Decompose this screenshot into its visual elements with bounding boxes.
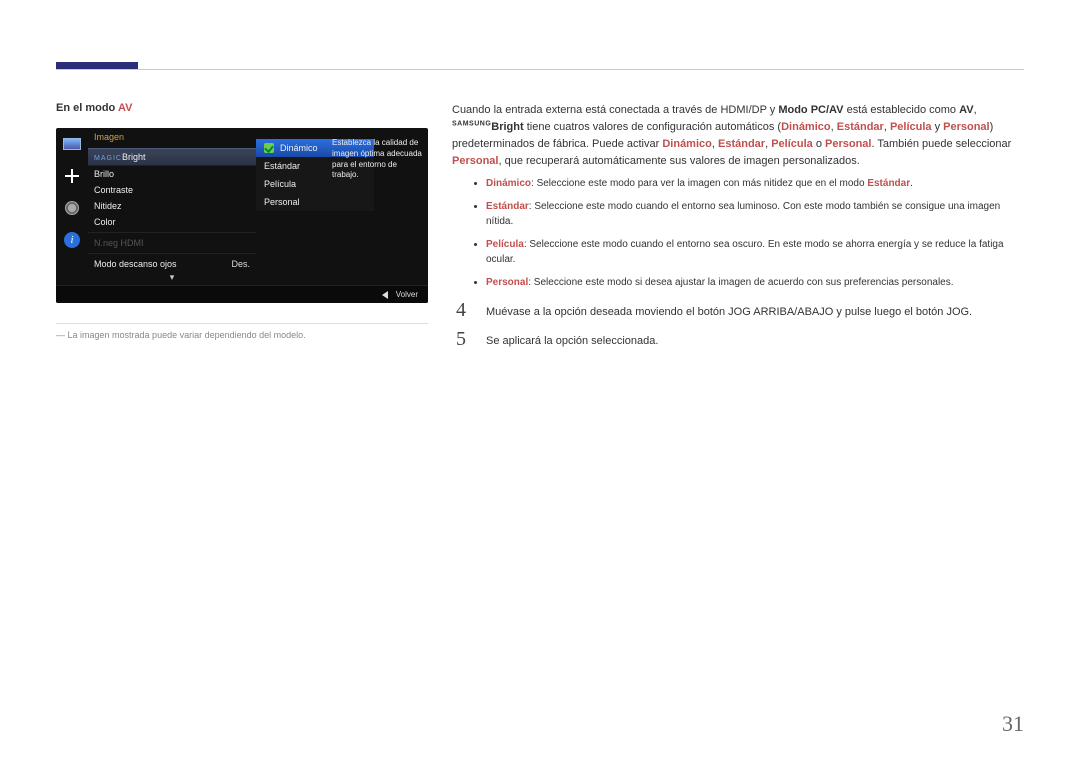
header-rule (56, 69, 1024, 70)
mode-title-suffix: AV (118, 102, 132, 114)
osd-item-color[interactable]: Color (88, 214, 256, 230)
step-5-text: Se aplicará la opción seleccionada. (486, 329, 658, 350)
page-number: 31 (1002, 711, 1024, 737)
osd-description: Establezca la calidad de imagen óptima a… (332, 138, 422, 181)
magic-bright-label: Bright (122, 152, 146, 162)
osd-item-contraste[interactable]: Contraste (88, 182, 256, 198)
osd-main-list: Imagen MAGICBright Brillo Contraste Niti… (88, 128, 256, 285)
mode-estandar: Estándar: Seleccione este modo cuando el… (486, 199, 1024, 229)
step-4-number: 4 (452, 300, 470, 320)
scroll-down-icon[interactable]: ▾ (88, 272, 256, 285)
osd-item-nitidez[interactable]: Nitidez (88, 198, 256, 214)
osd-item-nneg: N.neg HDMI (88, 235, 256, 251)
left-column: En el modo AV i Imagen MAGICBright Brill… (56, 102, 428, 356)
image-disclaimer: La imagen mostrada puede variar dependie… (56, 323, 428, 340)
osd-item-eye[interactable]: Modo descanso ojos Des. (88, 256, 256, 272)
back-arrow-icon[interactable] (382, 291, 388, 299)
right-column: Cuando la entrada externa está conectada… (452, 102, 1024, 356)
osd-item-magicbright[interactable]: MAGICBright (88, 148, 256, 166)
content-area: En el modo AV i Imagen MAGICBright Brill… (56, 102, 1024, 356)
settings-tab-icon[interactable] (56, 192, 88, 224)
osd-eye-value: Des. (231, 259, 250, 269)
check-icon (264, 143, 274, 153)
mode-dinamico: Dinámico: Seleccione este modo para ver … (486, 176, 1024, 191)
osd-item-brillo[interactable]: Brillo (88, 166, 256, 182)
osd-panel: i Imagen MAGICBright Brillo Contraste Ni… (56, 128, 428, 303)
step-4-text: Muévase a la opción deseada moviendo el … (486, 300, 972, 321)
mode-personal: Personal: Seleccione este modo si desea … (486, 275, 1024, 290)
submenu-personal[interactable]: Personal (256, 193, 374, 211)
picture-tab-icon[interactable] (56, 128, 88, 160)
osd-section-title: Imagen (88, 128, 256, 148)
info-tab-icon[interactable]: i (56, 224, 88, 256)
osd-sidebar: i (56, 128, 88, 285)
position-tab-icon[interactable] (56, 160, 88, 192)
step-5: 5 Se aplicará la opción seleccionada. (452, 329, 1024, 350)
osd-footer: Volver (56, 285, 428, 303)
step-4: 4 Muévase a la opción deseada moviendo e… (452, 300, 1024, 321)
step-5-number: 5 (452, 329, 470, 349)
mode-title: En el modo AV (56, 102, 428, 114)
magic-sub-label: MAGIC (94, 155, 122, 162)
osd-back-label: Volver (396, 290, 418, 299)
intro-paragraph: Cuando la entrada externa está conectada… (452, 102, 1024, 170)
modes-list: Dinámico: Seleccione este modo para ver … (486, 176, 1024, 290)
mode-title-prefix: En el modo (56, 102, 118, 114)
mode-pelicula: Película: Seleccione este modo cuando el… (486, 237, 1024, 267)
